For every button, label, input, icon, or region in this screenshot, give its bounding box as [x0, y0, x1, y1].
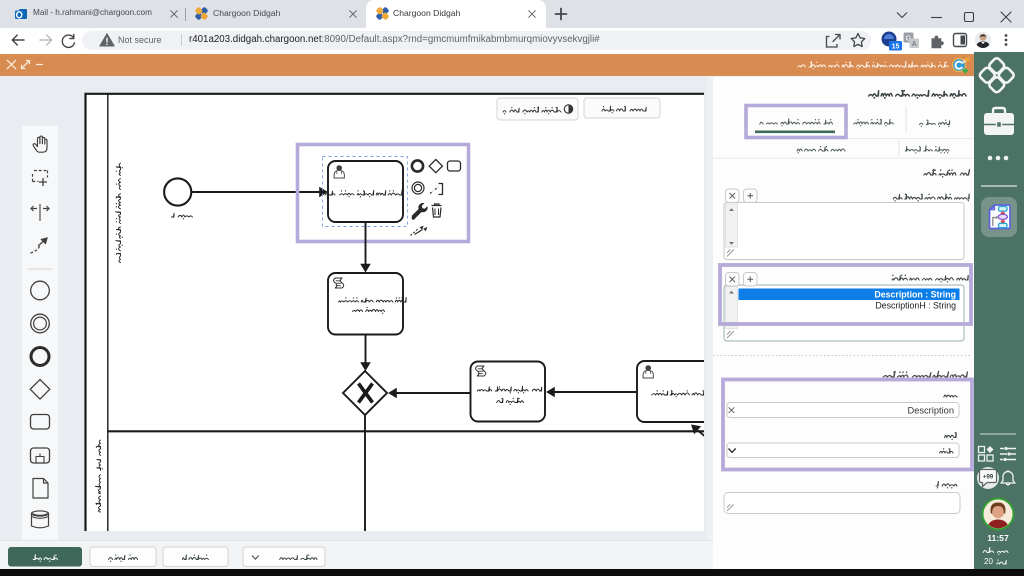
svg-text:+99: +99 [983, 474, 994, 481]
svg-text:DescriptionH : String: DescriptionH : String [875, 301, 956, 311]
svg-text:15: 15 [892, 44, 900, 51]
svg-text:Description : String: Description : String [874, 290, 956, 300]
svg-text:A: A [912, 41, 917, 48]
svg-text:Description: Description [907, 406, 954, 416]
